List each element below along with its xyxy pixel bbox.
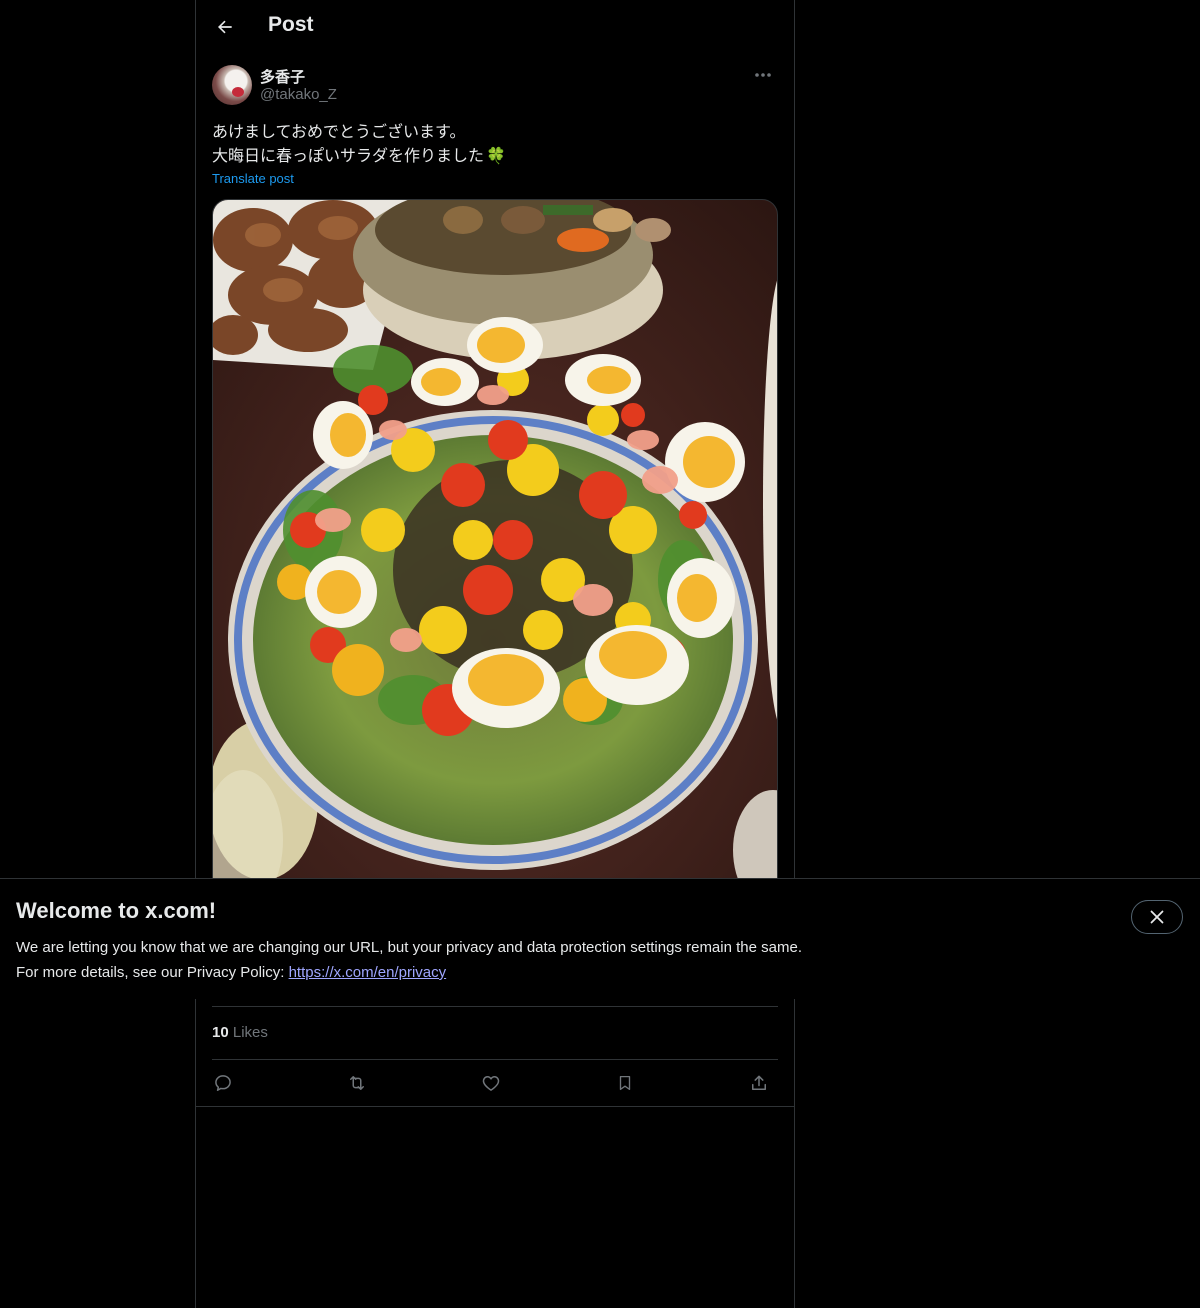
author-name[interactable]: 多香子 bbox=[260, 66, 305, 87]
back-button[interactable] bbox=[208, 10, 242, 44]
more-horizontal-icon bbox=[755, 73, 771, 77]
banner-title: Welcome to x.com! bbox=[16, 898, 217, 923]
reply-icon bbox=[215, 1075, 231, 1091]
repost-icon bbox=[350, 1076, 364, 1090]
likes-label: Likes bbox=[232, 1024, 268, 1041]
page: Post 多香子 @takako_Z あけましておめでとうございます。 大晦日に… bbox=[0, 0, 1200, 1308]
privacy-policy-link[interactable]: https://x.com/en/privacy bbox=[289, 964, 447, 981]
translate-post-link[interactable]: Translate post bbox=[212, 171, 294, 186]
author-handle[interactable]: @takako_Z bbox=[260, 86, 337, 103]
close-banner-button[interactable] bbox=[1131, 900, 1183, 934]
more-button[interactable] bbox=[748, 64, 778, 86]
avatar[interactable] bbox=[212, 65, 252, 105]
divider bbox=[212, 1006, 778, 1007]
post-image[interactable] bbox=[212, 199, 778, 899]
bookmark-button[interactable] bbox=[608, 1066, 642, 1100]
like-button[interactable] bbox=[474, 1066, 508, 1100]
banner-privacy-prefix: For more details, see our Privacy Policy… bbox=[16, 964, 289, 981]
close-icon bbox=[1150, 910, 1164, 924]
repost-button[interactable] bbox=[340, 1066, 374, 1100]
banner-body: We are letting you know that we are chan… bbox=[16, 935, 802, 985]
url-change-banner: Welcome to x.com! We are letting you kno… bbox=[0, 878, 1200, 999]
salad-photo bbox=[213, 200, 777, 898]
post-text: あけましておめでとうございます。 大晦日に春っぽいサラダを作りました 🍀 bbox=[212, 120, 778, 168]
arrow-left-icon bbox=[218, 20, 232, 34]
banner-privacy-line: For more details, see our Privacy Policy… bbox=[16, 960, 802, 985]
post-column: Post 多香子 @takako_Z あけましておめでとうございます。 大晦日に… bbox=[195, 0, 795, 1308]
share-icon bbox=[752, 1075, 766, 1090]
heart-icon bbox=[482, 1076, 500, 1091]
post-text-content: 大晦日に春っぽいサラダを作りました bbox=[212, 146, 485, 165]
post-author: 多香子 @takako_Z bbox=[212, 64, 778, 108]
banner-message: We are letting you know that we are chan… bbox=[16, 939, 802, 956]
share-button[interactable] bbox=[742, 1066, 776, 1100]
post-text-line: あけましておめでとうございます。 bbox=[212, 122, 466, 141]
avatar-detail bbox=[232, 87, 244, 97]
clover-emoji: 🍀 bbox=[486, 146, 506, 165]
likes-count[interactable]: 10 Likes bbox=[212, 1024, 268, 1041]
top-bar: Post bbox=[196, 0, 794, 54]
post-actions bbox=[212, 1066, 778, 1100]
divider bbox=[196, 1106, 794, 1107]
post-text-line: 大晦日に春っぽいサラダを作りました 🍀 bbox=[212, 144, 778, 168]
divider bbox=[212, 1059, 778, 1060]
likes-number: 10 bbox=[212, 1024, 229, 1041]
page-title: Post bbox=[268, 13, 314, 36]
reply-button[interactable] bbox=[206, 1066, 240, 1100]
bookmark-icon bbox=[619, 1075, 631, 1091]
